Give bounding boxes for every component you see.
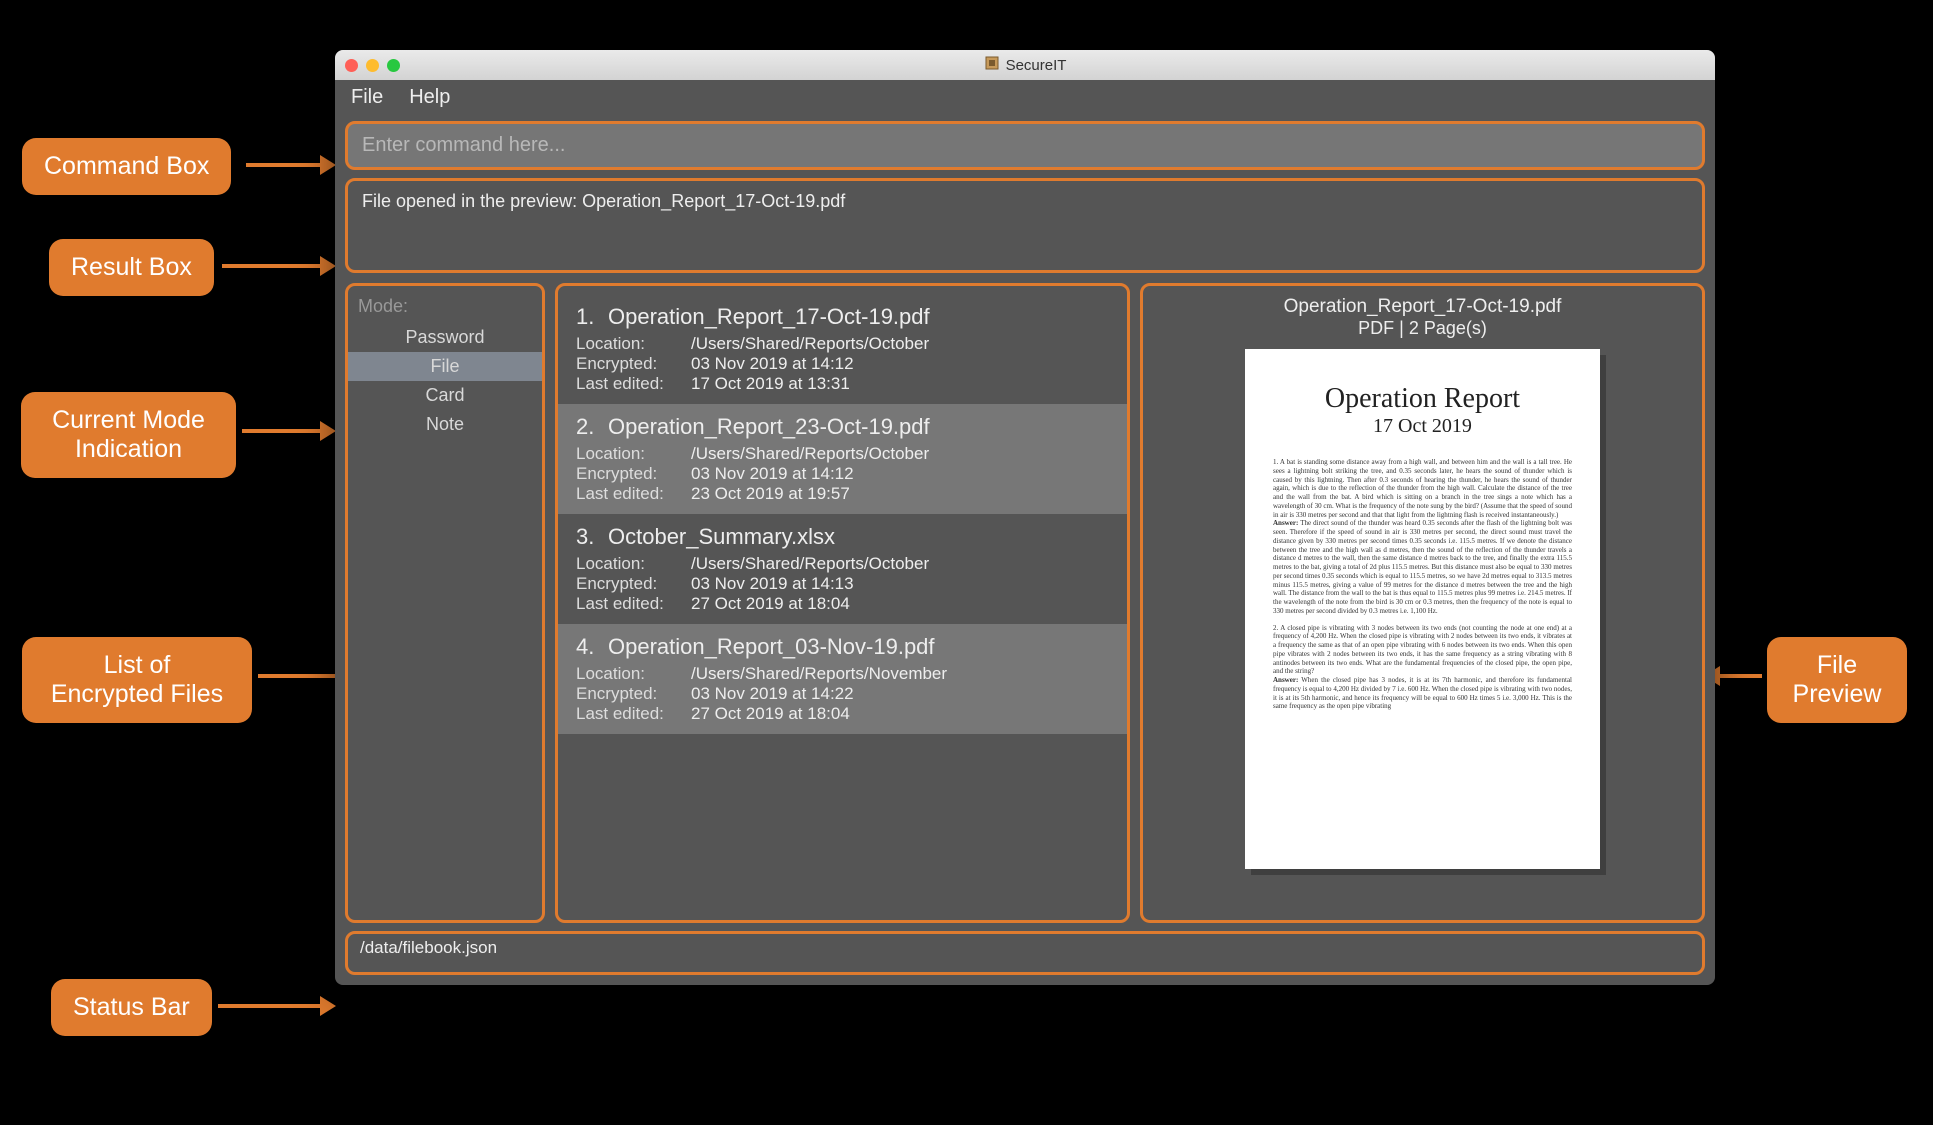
meta-label: Encrypted: [576,464,691,484]
file-index: 3. [576,524,608,550]
mode-item-card[interactable]: Card [348,381,542,410]
file-encrypted: 03 Nov 2019 at 14:22 [691,684,854,704]
status-path: /data/filebook.json [360,938,497,957]
file-encrypted: 03 Nov 2019 at 14:12 [691,464,854,484]
result-text: File opened in the preview: Operation_Re… [362,191,845,211]
callout-arrow [1720,674,1762,678]
file-location: /Users/Shared/Reports/November [691,664,947,684]
mode-item-password[interactable]: Password [348,323,542,352]
file-location: /Users/Shared/Reports/October [691,334,929,354]
callout-result-box: Result Box [49,239,214,296]
meta-label: Encrypted: [576,574,691,594]
file-encrypted: 03 Nov 2019 at 14:13 [691,574,854,594]
menu-help[interactable]: Help [409,86,450,109]
meta-label: Last edited: [576,594,691,614]
result-box: File opened in the preview: Operation_Re… [345,178,1705,273]
doc-date: 17 Oct 2019 [1273,415,1572,438]
file-location: /Users/Shared/Reports/October [691,554,929,574]
preview-filename: Operation_Report_17-Oct-19.pdf [1284,296,1562,318]
file-list: 1.Operation_Report_17-Oct-19.pdf Locatio… [555,283,1130,923]
mode-label: Mode: [348,294,542,323]
preview-panel: Operation_Report_17-Oct-19.pdf PDF | 2 P… [1140,283,1705,923]
title-bar: SecureIT [335,50,1715,80]
command-box[interactable] [345,121,1705,170]
app-icon [984,55,1000,75]
command-input[interactable] [362,134,1688,157]
callout-arrow [246,163,320,167]
doc-body: 1. A bat is standing some distance away … [1273,458,1572,711]
meta-label: Location: [576,444,691,464]
file-location: /Users/Shared/Reports/October [691,444,929,464]
callout-file-preview: File Preview [1767,637,1907,723]
file-index: 4. [576,634,608,660]
callout-arrow [222,264,320,268]
file-last-edited: 27 Oct 2019 at 18:04 [691,594,850,614]
callout-command-box: Command Box [22,138,231,195]
file-encrypted: 03 Nov 2019 at 14:12 [691,354,854,374]
preview-subtitle: PDF | 2 Page(s) [1358,318,1487,339]
callout-arrow [218,1004,320,1008]
menu-bar: File Help [335,80,1715,115]
meta-label: Location: [576,554,691,574]
file-item[interactable]: 3.October_Summary.xlsx Location:/Users/S… [558,514,1127,624]
meta-label: Last edited: [576,484,691,504]
meta-label: Location: [576,334,691,354]
callout-file-list: List of Encrypted Files [22,637,252,723]
file-name: Operation_Report_23-Oct-19.pdf [608,414,930,439]
document-preview-page: Operation Report 17 Oct 2019 1. A bat is… [1245,349,1600,869]
file-item[interactable]: 2.Operation_Report_23-Oct-19.pdf Locatio… [558,404,1127,514]
file-name: Operation_Report_03-Nov-19.pdf [608,634,935,659]
file-name: Operation_Report_17-Oct-19.pdf [608,304,930,329]
window-title-text: SecureIT [1006,57,1067,74]
file-item[interactable]: 1.Operation_Report_17-Oct-19.pdf Locatio… [558,294,1127,404]
file-index: 2. [576,414,608,440]
doc-title: Operation Report [1273,383,1572,415]
meta-label: Encrypted: [576,684,691,704]
callout-status-bar: Status Bar [51,979,212,1036]
meta-label: Last edited: [576,704,691,724]
mode-item-file[interactable]: File [348,352,542,381]
file-last-edited: 17 Oct 2019 at 13:31 [691,374,850,394]
file-name: October_Summary.xlsx [608,524,835,549]
app-window: SecureIT File Help File opened in the pr… [335,50,1715,985]
status-bar: /data/filebook.json [345,931,1705,975]
mode-panel: Mode: Password File Card Note [345,283,545,923]
file-last-edited: 23 Oct 2019 at 19:57 [691,484,850,504]
callout-mode-indication: Current Mode Indication [21,392,236,478]
meta-label: Last edited: [576,374,691,394]
meta-label: Location: [576,664,691,684]
file-item[interactable]: 4.Operation_Report_03-Nov-19.pdf Locatio… [558,624,1127,734]
window-title: SecureIT [335,55,1715,75]
callout-arrow [242,429,320,433]
menu-file[interactable]: File [351,86,383,109]
mode-item-note[interactable]: Note [348,410,542,439]
meta-label: Encrypted: [576,354,691,374]
file-last-edited: 27 Oct 2019 at 18:04 [691,704,850,724]
file-index: 1. [576,304,608,330]
